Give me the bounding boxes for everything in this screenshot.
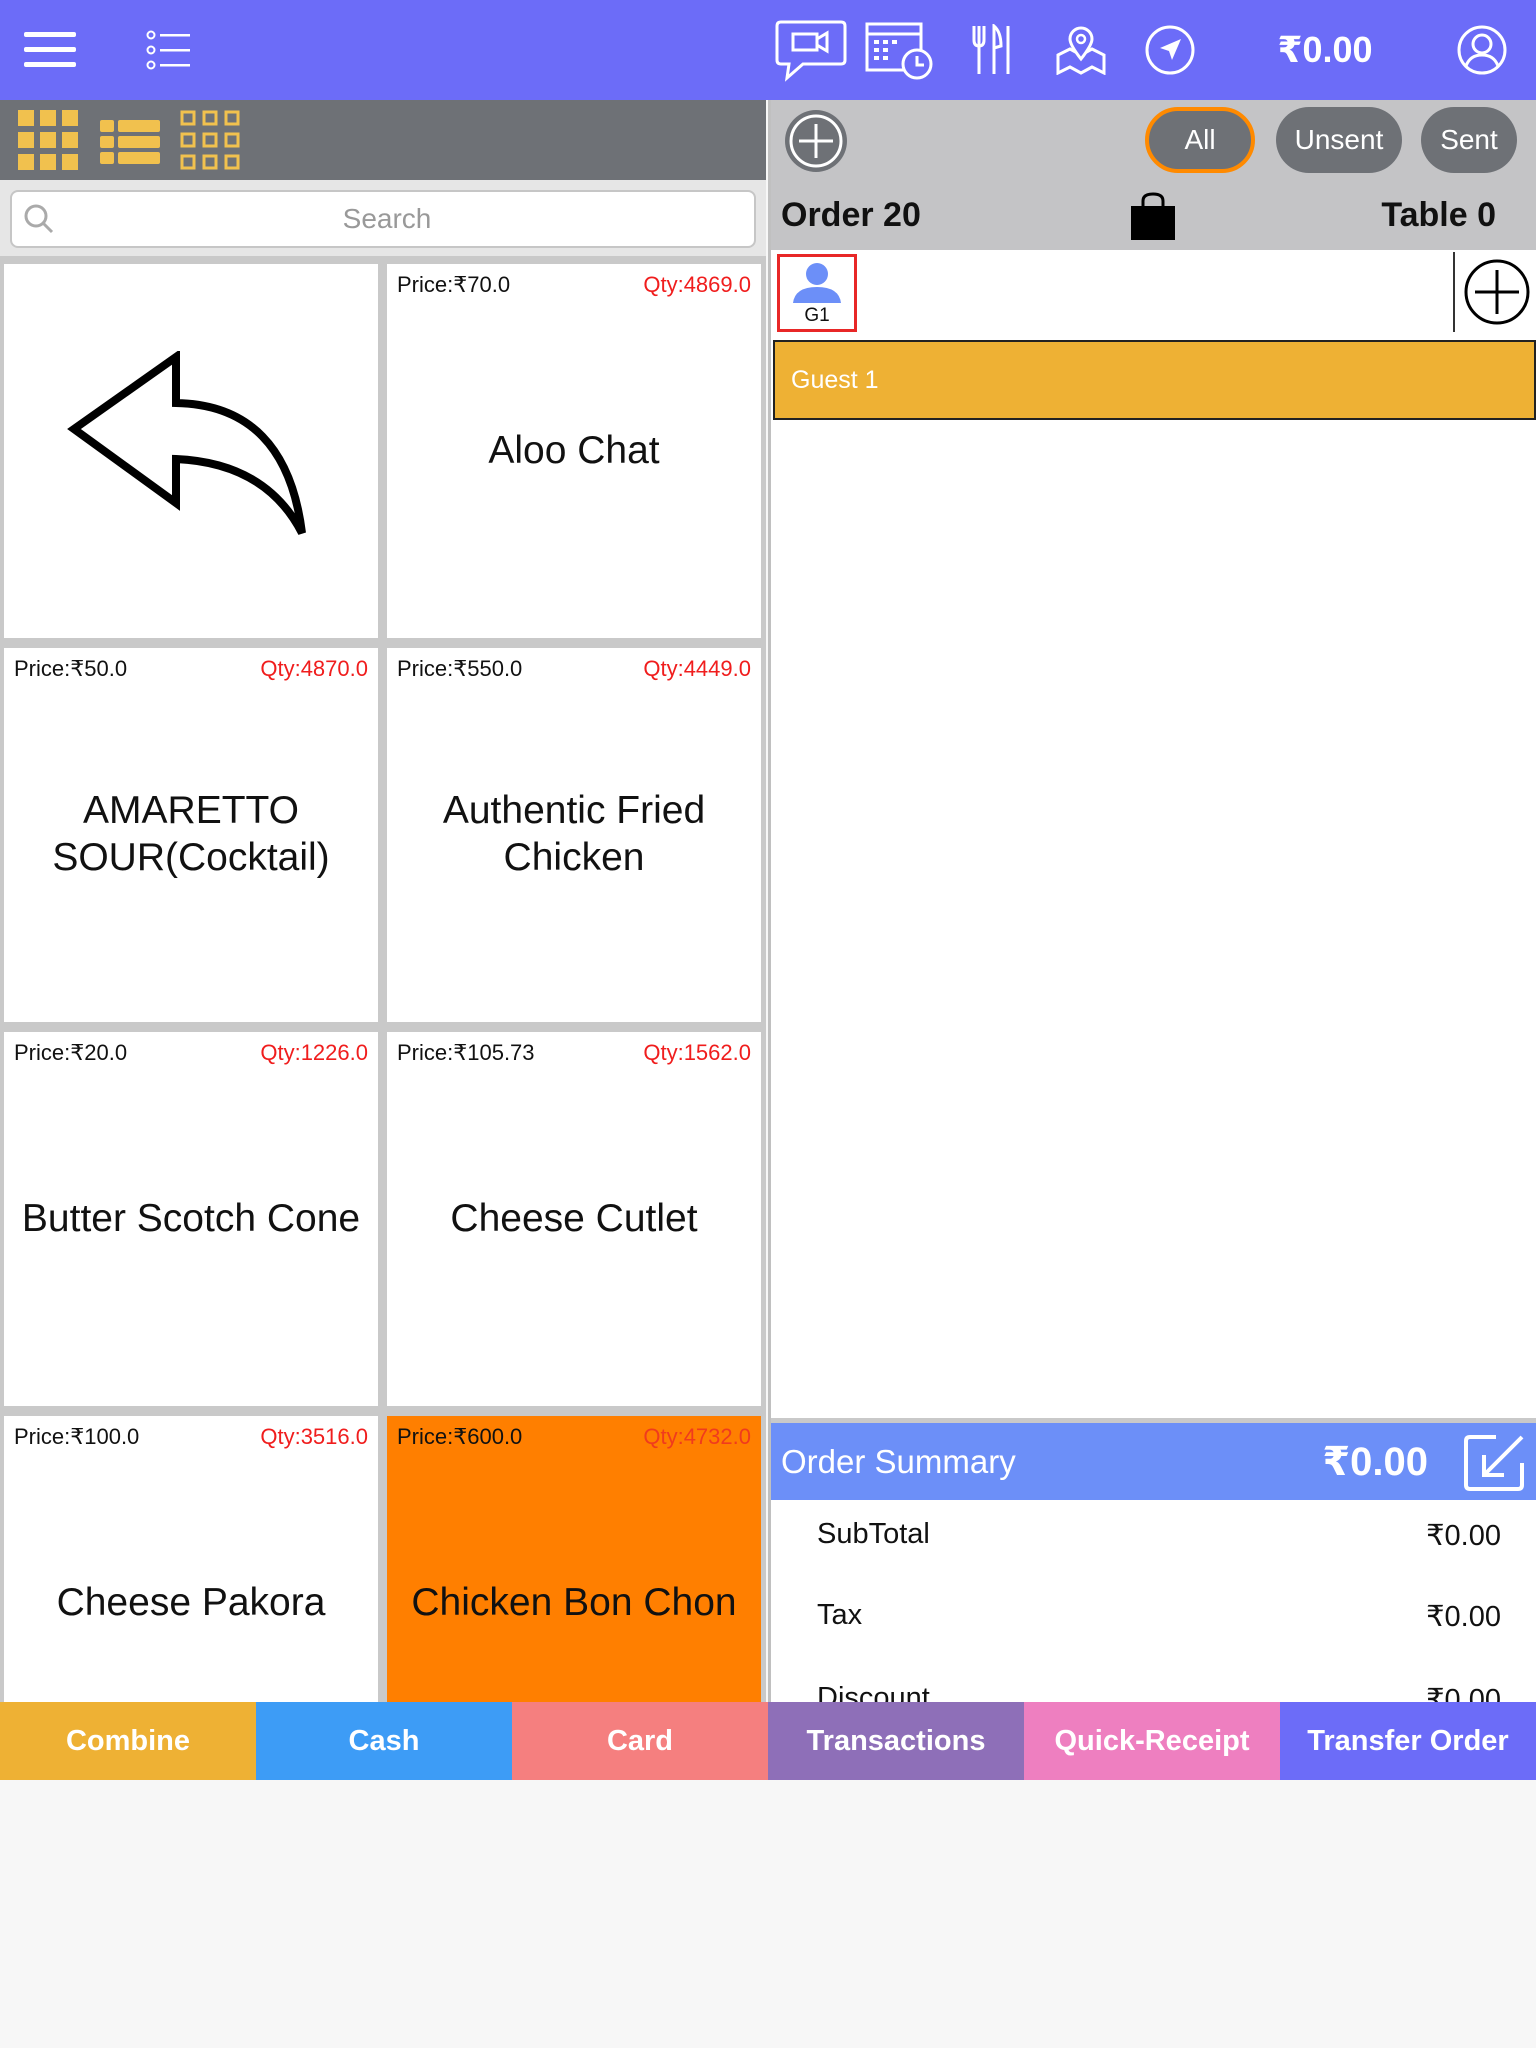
summary-body: SubTotal ₹0.00 Tax ₹0.00 Discount ₹0.00 <box>771 1500 1536 1702</box>
transactions-button[interactable]: Transactions <box>768 1702 1024 1780</box>
map-pin-icon[interactable] <box>1054 0 1108 100</box>
quick-receipt-button[interactable]: Quick-Receipt <box>1024 1702 1280 1780</box>
summary-value: ₹0.00 <box>1426 1684 1501 1702</box>
list-view-icon[interactable] <box>98 110 162 172</box>
summary-label: SubTotal <box>817 1518 930 1550</box>
divider <box>1453 252 1455 332</box>
product-name: Cheese Pakora <box>56 1580 326 1624</box>
profile-icon[interactable] <box>1454 0 1510 100</box>
search-icon <box>24 204 54 234</box>
grid-large-icon[interactable] <box>18 110 82 172</box>
product-tile[interactable]: Price:₹20.0 Qty:1226.0 Butter Scotch Con… <box>4 1032 378 1406</box>
view-toolbar <box>0 100 766 180</box>
back-arrow-icon <box>67 351 306 535</box>
top-bar: ₹0.00 <box>0 0 1536 100</box>
chat-video-icon[interactable] <box>774 0 848 100</box>
product-tile[interactable]: Price:₹70.0 Qty:4869.0 Aloo Chat <box>387 264 761 638</box>
product-name: AMARETTO SOUR(Cocktail) <box>52 789 330 879</box>
summary-total: ₹0.00 <box>1322 1439 1428 1484</box>
guest-strip: G1 <box>771 250 1536 338</box>
search-input[interactable] <box>62 192 712 246</box>
navigation-icon[interactable] <box>1142 0 1198 100</box>
summary-row-discount: Discount ₹0.00 <box>771 1668 1536 1702</box>
grid-small-icon[interactable] <box>180 110 244 172</box>
table-number: Table 0 <box>1381 195 1496 234</box>
calendar-clock-icon[interactable] <box>864 0 936 100</box>
summary-value: ₹0.00 <box>1426 1601 1501 1633</box>
summary-row-subtotal: SubTotal ₹0.00 <box>771 1504 1536 1564</box>
summary-title: Order Summary <box>781 1442 1016 1480</box>
list-icon[interactable] <box>144 0 194 100</box>
guest-chip[interactable]: G1 <box>777 254 857 332</box>
menu-icon[interactable] <box>20 0 80 100</box>
order-header: Order 20 Table 0 <box>771 180 1536 250</box>
transfer-order-button[interactable]: Transfer Order <box>1280 1702 1536 1780</box>
product-name: Butter Scotch Cone <box>21 1196 361 1240</box>
plus-circle-icon <box>1464 259 1530 325</box>
cash-button[interactable]: Cash <box>256 1702 512 1780</box>
order-summary-bar[interactable]: Order Summary ₹0.00 <box>771 1418 1536 1500</box>
filter-all-tab[interactable]: All <box>1145 107 1255 173</box>
plus-circle-icon <box>785 110 847 172</box>
filter-unsent-tab[interactable]: Unsent <box>1276 107 1402 173</box>
filter-sent-tab[interactable]: Sent <box>1421 107 1517 173</box>
product-name: Chicken Bon Chon <box>411 1580 737 1624</box>
order-toolbar: All Unsent Sent <box>771 100 1536 180</box>
pos-app: ₹0.00 Price:₹70.0 Qty:4869. <box>0 0 1536 2048</box>
guest-row[interactable]: Guest 1 <box>773 340 1536 420</box>
search-box <box>10 190 756 248</box>
card-button[interactable]: Card <box>512 1702 768 1780</box>
summary-row-tax: Tax ₹0.00 <box>771 1585 1536 1645</box>
product-tile[interactable]: Price:₹550.0 Qty:4449.0 Authentic Fried … <box>387 648 761 1022</box>
product-name: Aloo Chat <box>488 428 660 472</box>
dining-icon[interactable] <box>962 0 1020 100</box>
header-total: ₹0.00 <box>1277 29 1373 70</box>
action-bar: Combine Cash Card Transactions Quick-Rec… <box>0 1702 1536 1780</box>
product-tile[interactable]: Price:₹105.73 Qty:1562.0 Cheese Cutlet <box>387 1032 761 1406</box>
guest-chip-label: G1 <box>804 305 830 326</box>
order-panel: All Unsent Sent Order 20 Table 0 G1 Gues… <box>768 100 1536 1702</box>
combine-button[interactable]: Combine <box>0 1702 256 1780</box>
product-tile-selected[interactable]: Price:₹600.0 Qty:4732.0 Chicken Bon Chon <box>387 1416 761 1702</box>
product-name: Cheese Cutlet <box>450 1196 698 1240</box>
add-order-button[interactable] <box>783 108 849 179</box>
summary-label: Tax <box>817 1599 863 1631</box>
order-number: Order 20 <box>781 195 921 234</box>
summary-label: Discount <box>817 1682 930 1702</box>
search-bar <box>0 180 766 256</box>
product-tile[interactable]: Price:₹50.0 Qty:4870.0 AMARETTO SOUR(Coc… <box>4 648 378 1022</box>
product-tile[interactable]: Price:₹100.0 Qty:3516.0 Cheese Pakora <box>4 1416 378 1702</box>
shopping-bag-icon[interactable] <box>1129 192 1177 242</box>
collapse-icon[interactable] <box>1464 1433 1526 1491</box>
product-grid: Price:₹70.0 Qty:4869.0 Aloo Chat Price:₹… <box>0 256 766 1702</box>
back-tile[interactable] <box>4 264 378 638</box>
product-name: Authentic Fried Chicken <box>442 789 706 879</box>
summary-value: ₹0.00 <box>1426 1520 1501 1552</box>
add-guest-button[interactable] <box>1463 258 1531 331</box>
